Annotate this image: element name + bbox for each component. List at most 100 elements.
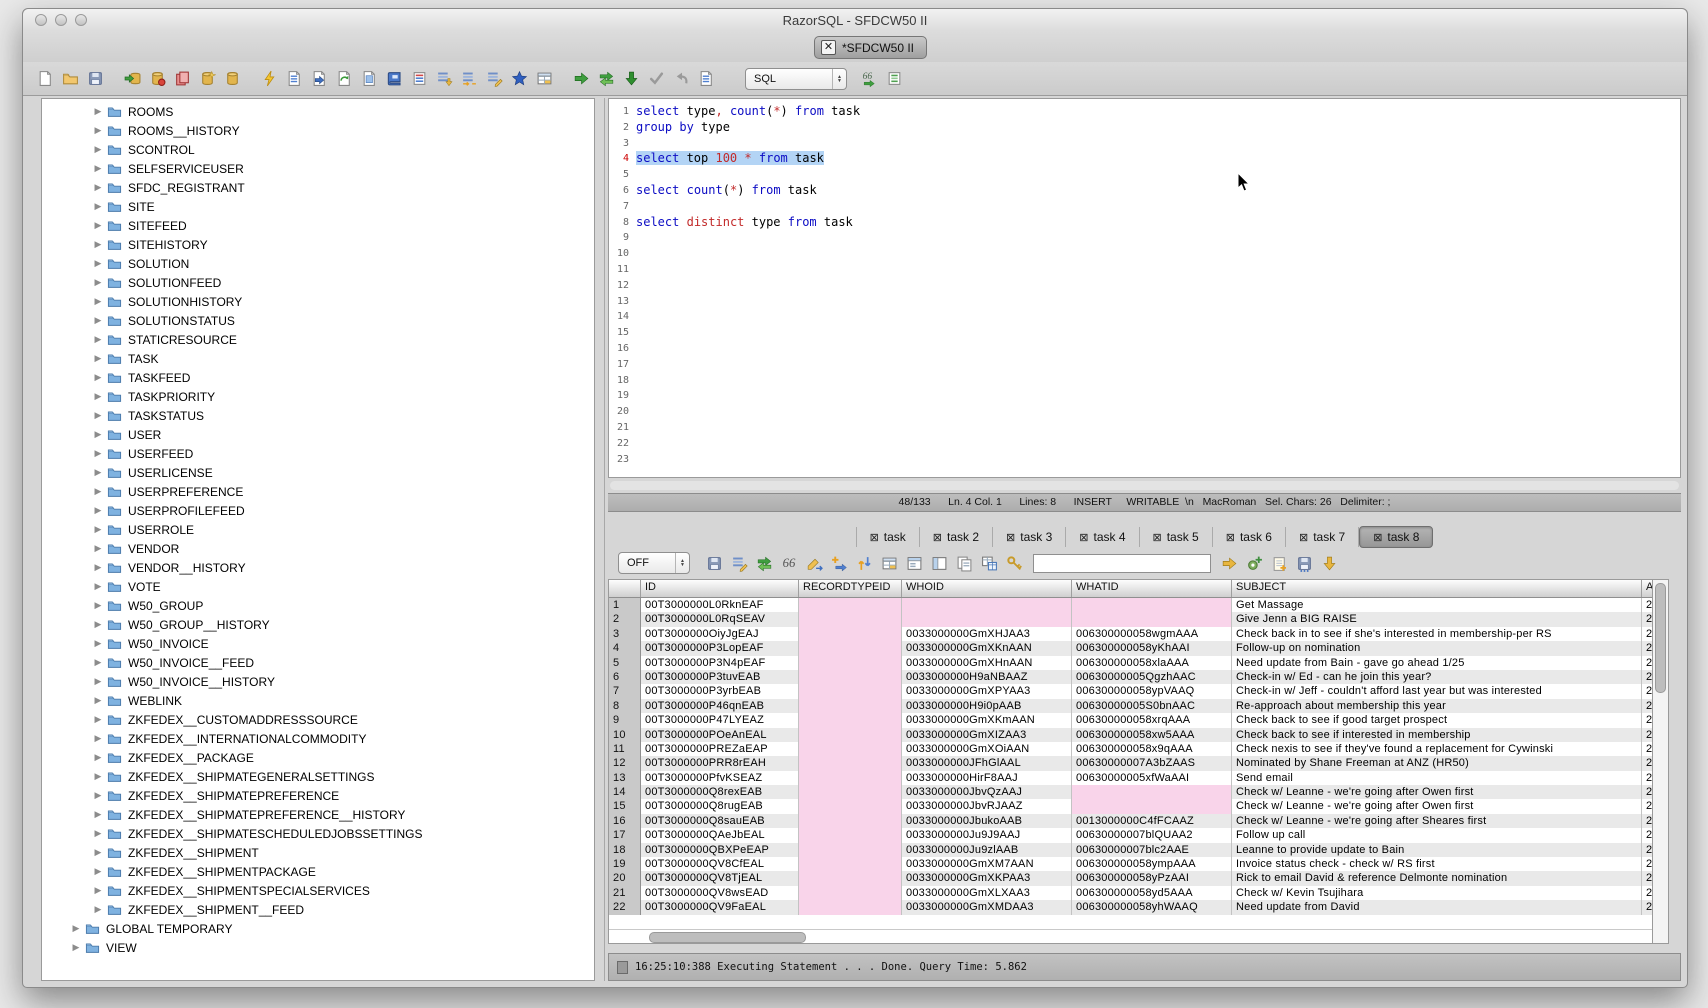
column-view-icon[interactable]: [929, 553, 950, 574]
cell-whoid[interactable]: 0033000000H9i0pAAB: [902, 699, 1072, 713]
new-file-icon[interactable]: [35, 68, 56, 89]
disclosure-triangle-icon[interactable]: ▶: [92, 543, 104, 554]
results-horizontal-scrollbar[interactable]: [609, 929, 1652, 943]
cell-whoid[interactable]: 0033000000GmXHJAA3: [902, 627, 1072, 641]
table-row[interactable]: 2100T3000000QV8wsEAD0033000000GmXLXAA300…: [609, 886, 1652, 900]
panel-splitter[interactable]: [595, 98, 605, 981]
tree-item-zkfedex-shipmatepreference-history[interactable]: ▶ZKFEDEX__SHIPMATEPREFERENCE__HISTORY: [42, 805, 594, 824]
disclosure-triangle-icon[interactable]: ▶: [70, 942, 82, 953]
cell-whatid[interactable]: 006300000058yPzAAI: [1072, 871, 1232, 885]
cell-whatid[interactable]: [1072, 799, 1232, 813]
cell-whatid[interactable]: 00630000007A3bZAAS: [1072, 756, 1232, 770]
cell-ac[interactable]: 200: [1642, 900, 1653, 914]
table-row[interactable]: 1500T3000000Q8rugEAB0033000000JbvRJAAZCh…: [609, 799, 1652, 813]
cell-recordtypeid[interactable]: [799, 656, 902, 670]
disclosure-triangle-icon[interactable]: ▶: [92, 600, 104, 611]
cell-subject[interactable]: Check-in w/ Jeff - couldn't afford last …: [1232, 684, 1642, 698]
close-tab-icon[interactable]: ⊠: [1299, 531, 1308, 544]
tree-item-zkfedex-shipmentpackage[interactable]: ▶ZKFEDEX__SHIPMENTPACKAGE: [42, 862, 594, 881]
table-row[interactable]: 2200T3000000QV9FaEAL0033000000GmXMDAA300…: [609, 900, 1652, 914]
cell-recordtypeid[interactable]: [799, 857, 902, 871]
results-vertical-scrollbar[interactable]: [1653, 579, 1669, 944]
cell-recordtypeid[interactable]: [799, 756, 902, 770]
disconnect-icon[interactable]: [147, 68, 168, 89]
open-file-icon[interactable]: [60, 68, 81, 89]
disclosure-triangle-icon[interactable]: ▶: [92, 144, 104, 155]
commit-icon[interactable]: [172, 68, 193, 89]
code-line-9[interactable]: [636, 230, 1680, 246]
cell-ac[interactable]: 200: [1642, 627, 1653, 641]
rollback-icon[interactable]: [197, 68, 218, 89]
export-icon[interactable]: [434, 68, 455, 89]
cell-id[interactable]: 00T3000000OiyJgEAJ: [641, 627, 799, 641]
table-row[interactable]: 1800T3000000QBXPeEAP0033000000Ju9zlAAB00…: [609, 843, 1652, 857]
cell-whatid[interactable]: 00630000005QgzhAAC: [1072, 670, 1232, 684]
tree-item-userprofilefeed[interactable]: ▶USERPROFILEFEED: [42, 501, 594, 520]
cell-subject[interactable]: Check w/ Leanne - we're going after Owen…: [1232, 799, 1642, 813]
cell-whoid[interactable]: [902, 598, 1072, 612]
fetch-next-icon[interactable]: [1319, 553, 1340, 574]
cell-ac[interactable]: 200: [1642, 742, 1653, 756]
column-header-whoid[interactable]: WHOID: [902, 580, 1072, 597]
cell-whoid[interactable]: 0033000000GmXLXAA3: [902, 886, 1072, 900]
tree-item-zkfedex-internationalcommodity[interactable]: ▶ZKFEDEX__INTERNATIONALCOMMODITY: [42, 729, 594, 748]
code-line-12[interactable]: [636, 278, 1680, 294]
disclosure-triangle-icon[interactable]: ▶: [92, 106, 104, 117]
code-line-7[interactable]: [636, 199, 1680, 215]
disclosure-triangle-icon[interactable]: ▶: [92, 258, 104, 269]
cell-whatid[interactable]: 006300000058yKhAAI: [1072, 641, 1232, 655]
cell-subject[interactable]: Check back to see if interested in membe…: [1232, 728, 1642, 742]
cell-ac[interactable]: 200: [1642, 756, 1653, 770]
tree-item-scontrol[interactable]: ▶SCONTROL: [42, 140, 594, 159]
cell-subject[interactable]: Check-in w/ Ed - can he join this year?: [1232, 670, 1642, 684]
cell-whatid[interactable]: 006300000058xw5AAA: [1072, 728, 1232, 742]
cell-id[interactable]: 00T3000000L0RqSEAV: [641, 612, 799, 626]
disclosure-triangle-icon[interactable]: ▶: [92, 581, 104, 592]
cell-recordtypeid[interactable]: [799, 771, 902, 785]
table-row[interactable]: 500T3000000P3N4pEAF0033000000GmXHnAAN006…: [609, 656, 1652, 670]
tree-item-vendor[interactable]: ▶VENDOR: [42, 539, 594, 558]
code-line-5[interactable]: [636, 167, 1680, 183]
cell-id[interactable]: 00T3000000QV8TjEAL: [641, 871, 799, 885]
cell-id[interactable]: 00T3000000P3tuvEAB: [641, 670, 799, 684]
tree-item-user[interactable]: ▶USER: [42, 425, 594, 444]
table-row[interactable]: 1000T3000000POeAnEAL0033000000GmXIZAA300…: [609, 728, 1652, 742]
cell-recordtypeid[interactable]: [799, 828, 902, 842]
disclosure-triangle-icon[interactable]: ▶: [92, 372, 104, 383]
cell-subject[interactable]: Rick to email David & reference Delmonte…: [1232, 871, 1642, 885]
log-icon[interactable]: [696, 68, 717, 89]
disclosure-triangle-icon[interactable]: ▶: [92, 733, 104, 744]
results-search-input[interactable]: [1033, 554, 1211, 573]
disclosure-triangle-icon[interactable]: ▶: [92, 638, 104, 649]
close-tab-icon[interactable]: ⊠: [1226, 531, 1235, 544]
cell-id[interactable]: 00T3000000P46qnEAB: [641, 699, 799, 713]
cell-recordtypeid[interactable]: [799, 871, 902, 885]
cell-id[interactable]: 00T3000000P3yrbEAB: [641, 684, 799, 698]
results-header-row[interactable]: IDRECORDTYPEIDWHOIDWHATIDSUBJECTAC: [609, 580, 1652, 598]
cell-recordtypeid[interactable]: [799, 900, 902, 914]
table-row[interactable]: 1200T3000000PRR8rEAH0033000000JFhGlAAL00…: [609, 756, 1652, 770]
column-header-subject[interactable]: SUBJECT: [1232, 580, 1642, 597]
disclosure-triangle-icon[interactable]: ▶: [92, 201, 104, 212]
disclosure-triangle-icon[interactable]: ▶: [92, 163, 104, 174]
tree-item-w50-invoice-history[interactable]: ▶W50_INVOICE__HISTORY: [42, 672, 594, 691]
tree-item-rooms[interactable]: ▶ROOMS: [42, 102, 594, 121]
tree-item-site[interactable]: ▶SITE: [42, 197, 594, 216]
save-results-icon[interactable]: [704, 553, 725, 574]
cell-id[interactable]: 00T3000000POeAnEAL: [641, 728, 799, 742]
sql-code-area[interactable]: select type, count(*) from taskgroup by …: [629, 104, 1680, 477]
cell-whoid[interactable]: 0033000000GmXM7AAN: [902, 857, 1072, 871]
tree-item-weblink[interactable]: ▶WEBLINK: [42, 691, 594, 710]
cell-recordtypeid[interactable]: [799, 627, 902, 641]
cell-whatid[interactable]: 006300000058wgmAAA: [1072, 627, 1232, 641]
tree-item-zkfedex-shipmatescheduledjobssettings[interactable]: ▶ZKFEDEX__SHIPMATESCHEDULEDJOBSSETTINGS: [42, 824, 594, 843]
table-row[interactable]: 1900T3000000QV8CfEAL0033000000GmXM7AAN00…: [609, 857, 1652, 871]
disclosure-triangle-icon[interactable]: ▶: [92, 410, 104, 421]
close-tab-icon[interactable]: ✕: [821, 40, 836, 55]
disclosure-triangle-icon[interactable]: ▶: [92, 752, 104, 763]
cell-whatid[interactable]: [1072, 785, 1232, 799]
cell-whatid[interactable]: 006300000058ypVAAQ: [1072, 684, 1232, 698]
cell-id[interactable]: 00T3000000QV9FaEAL: [641, 900, 799, 914]
cell-subject[interactable]: Check w/ Leanne - we're going after Owen…: [1232, 785, 1642, 799]
cell-subject[interactable]: Invoice status check - check w/ RS first: [1232, 857, 1642, 871]
